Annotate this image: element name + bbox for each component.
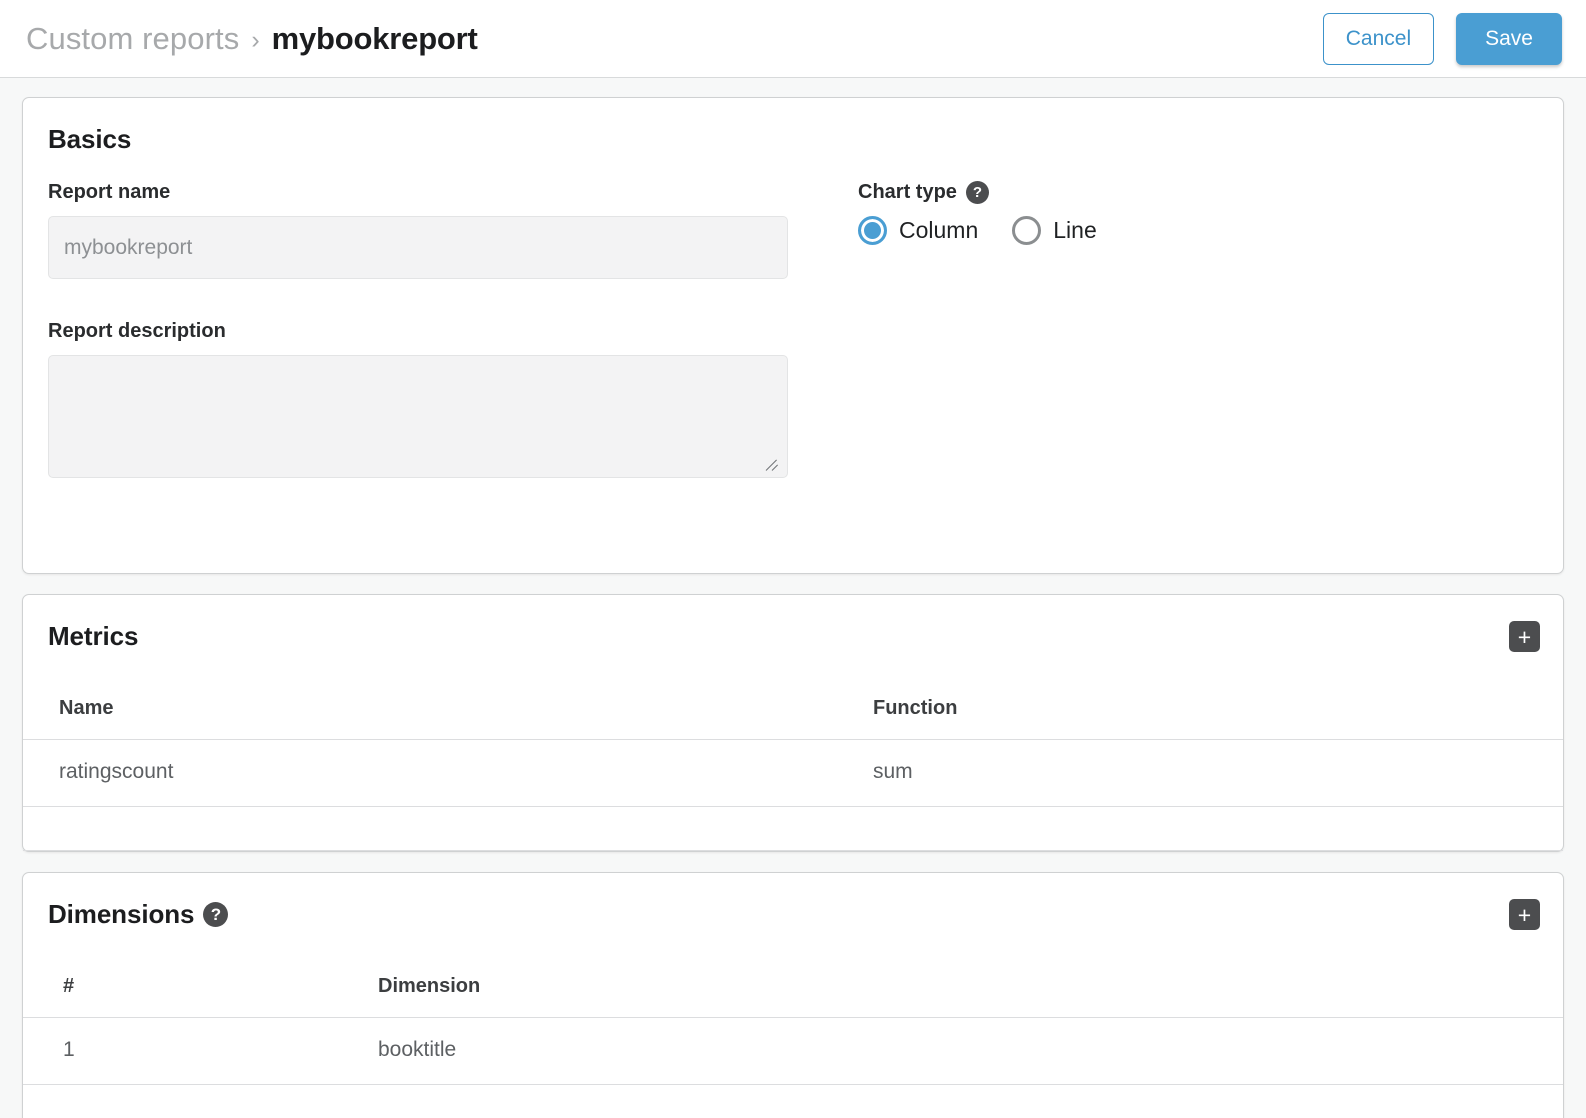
add-dimension-button[interactable]: + [1509,899,1540,930]
report-description-wrap [48,355,788,478]
help-icon-chart-type[interactable]: ? [966,181,989,204]
report-description-textarea[interactable] [48,355,788,478]
metrics-table-body: ratingscount sum [23,740,1563,851]
basics-card: Basics Report name Report description [22,97,1564,574]
metrics-footer-cell-left [23,807,873,851]
dimension-number-cell: 1 [23,1018,378,1085]
breadcrumb-chevron-icon: › [251,26,259,55]
dimensions-column-header-number: # [23,963,378,1018]
chart-type-option-column[interactable]: Column [858,216,978,245]
metrics-card-header: Metrics + [23,621,1563,685]
metrics-footer-cell-right [873,807,1563,851]
dimension-name-cell: booktitle [378,1018,1563,1085]
help-icon-dimensions[interactable]: ? [203,902,228,927]
page-body: Basics Report name Report description [0,78,1586,1118]
breadcrumb: Custom reports › mybookreport [26,21,1323,57]
basics-left-column: Report name Report description [48,181,813,519]
dimensions-table: # Dimension 1 booktitle [23,963,1563,1118]
metric-name-cell: ratingscount [23,740,873,807]
dimensions-card-header: Dimensions ? + [23,899,1563,963]
metrics-column-header-function: Function [873,685,1563,740]
metrics-table-head: Name Function [23,685,1563,740]
dimensions-column-header-dimension: Dimension [378,963,1563,1018]
metrics-column-header-name: Name [23,685,873,740]
radio-line-icon[interactable] [1012,216,1041,245]
table-row[interactable]: ratingscount sum [23,740,1563,807]
dimensions-section-title: Dimensions [48,899,194,930]
metrics-header-row: Name Function [23,685,1563,740]
dimensions-table-body: 1 booktitle [23,1018,1563,1118]
chart-type-option-line-label: Line [1053,217,1096,244]
basics-columns: Report name Report description [23,155,1563,519]
table-row[interactable]: 1 booktitle [23,1018,1563,1085]
metrics-section-title: Metrics [48,621,138,652]
dimensions-card: Dimensions ? + # Dimension 1 booktitle [22,872,1564,1118]
metrics-table-footer-row [23,807,1563,851]
metrics-card: Metrics + Name Function ratingscount sum [22,594,1564,852]
chart-type-label-row: Chart type ? [858,181,1538,204]
dimensions-table-head: # Dimension [23,963,1563,1018]
save-button[interactable]: Save [1456,13,1562,65]
dimensions-section-title-row: Dimensions ? [48,899,228,930]
dimensions-footer-cell-right [378,1085,1563,1118]
chart-type-option-column-label: Column [899,217,978,244]
report-name-input[interactable] [48,216,788,279]
chart-type-option-line[interactable]: Line [1012,216,1096,245]
basics-right-column: Chart type ? Column Line [813,181,1538,519]
metric-function-cell: sum [873,740,1563,807]
dimensions-table-footer-row [23,1085,1563,1118]
chart-type-label: Chart type [858,181,957,204]
top-bar-actions: Cancel Save [1323,13,1562,65]
radio-column-icon[interactable] [858,216,887,245]
report-name-label: Report name [48,181,813,204]
metrics-table: Name Function ratingscount sum [23,685,1563,851]
breadcrumb-custom-reports-link[interactable]: Custom reports [26,21,239,57]
chart-type-radio-group: Column Line [858,216,1538,245]
page-title: mybookreport [272,21,478,57]
add-metric-button[interactable]: + [1509,621,1540,652]
dimensions-footer-cell-left [23,1085,378,1118]
report-name-field: Report name [48,181,813,279]
basics-section-title: Basics [48,124,1563,155]
dimensions-header-row: # Dimension [23,963,1563,1018]
top-bar: Custom reports › mybookreport Cancel Sav… [0,0,1586,78]
report-description-field: Report description [48,320,813,478]
report-description-label: Report description [48,320,813,343]
cancel-button[interactable]: Cancel [1323,13,1434,65]
